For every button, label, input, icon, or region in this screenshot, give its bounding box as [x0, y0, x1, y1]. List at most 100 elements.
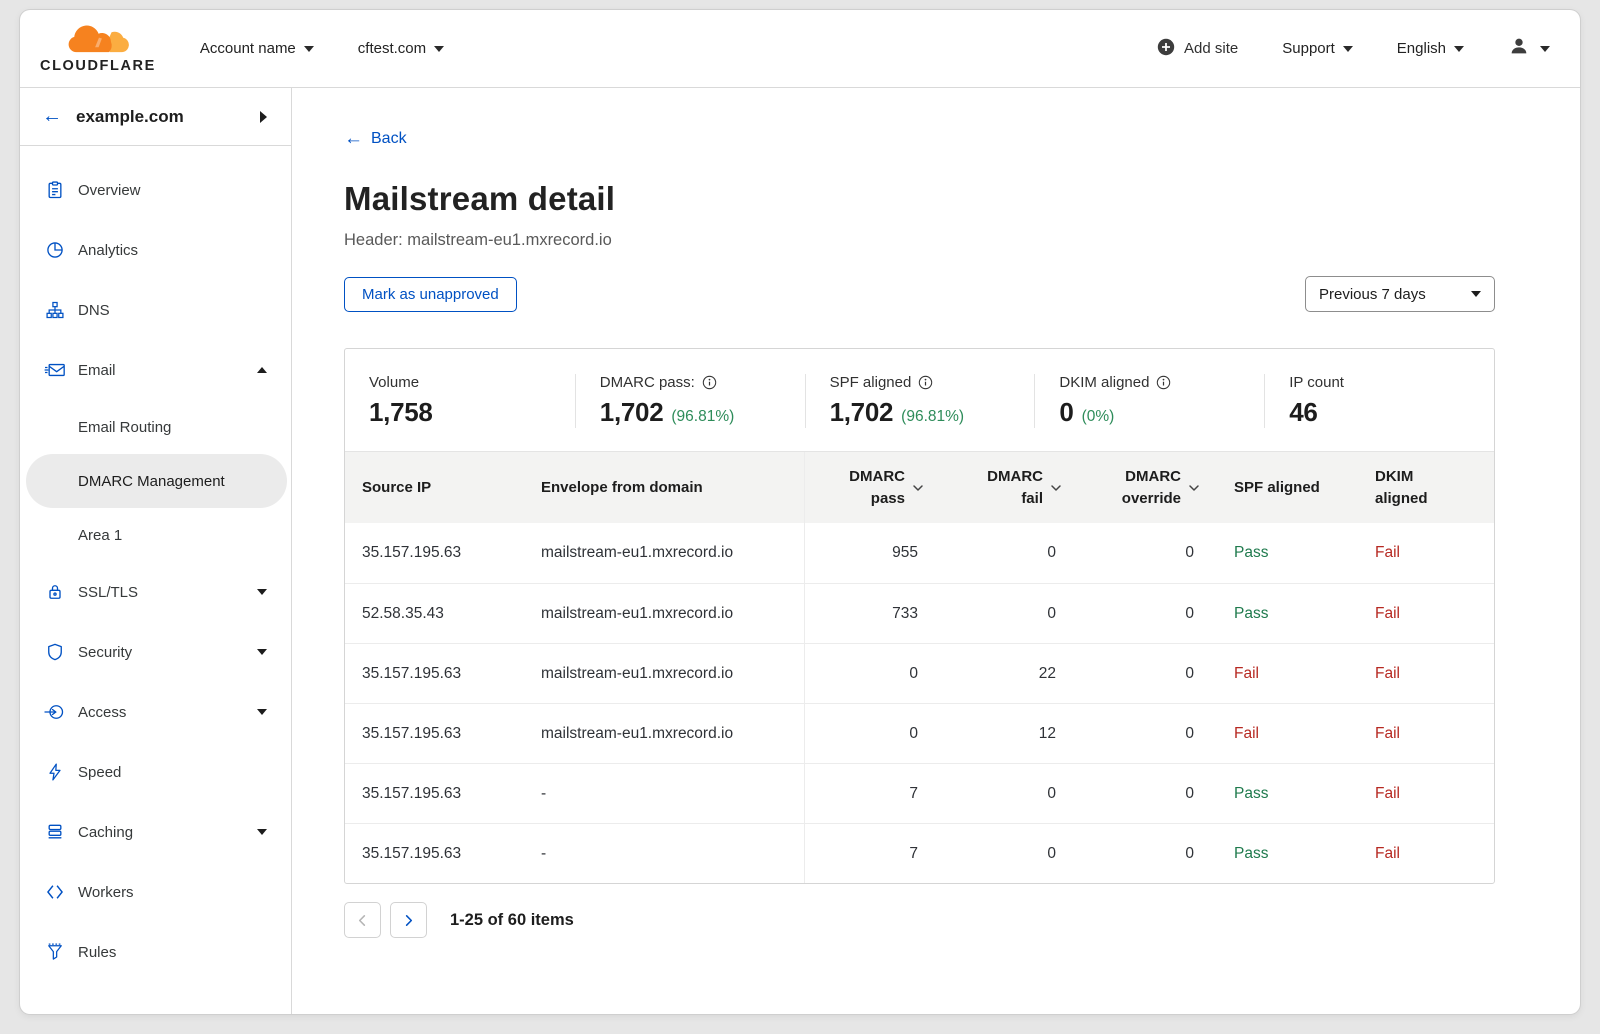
envelope-domain-cell: mailstream-eu1.mxrecord.io [525, 584, 805, 643]
sidebar-item-caching[interactable]: Caching [20, 802, 291, 862]
chevron-down-icon [434, 46, 444, 52]
mailstream-panel: Volume1,758DMARC pass:1,702(96.81%)SPF a… [344, 348, 1495, 884]
sort-chevron-icon [911, 481, 925, 495]
dkim-aligned-cell: Fail [1360, 523, 1494, 583]
chevron-down-icon [257, 709, 267, 715]
source-ip-cell: 35.157.195.63 [345, 644, 525, 703]
pagination-count: 1-25 of 60 items [450, 911, 574, 930]
sidebar-item-label: Email Routing [78, 419, 171, 436]
info-icon[interactable] [918, 375, 933, 390]
cloudflare-logo[interactable]: CLOUDFLARE [40, 24, 156, 74]
bolt-icon [44, 761, 66, 783]
envelope-domain-cell: mailstream-eu1.mxrecord.io [525, 644, 805, 703]
stat-card: DMARC pass:1,702(96.81%) [575, 374, 805, 428]
sidebar-item-label: Security [78, 644, 132, 661]
language-menu[interactable]: English [1397, 40, 1464, 57]
column-header-label: pass [849, 488, 905, 510]
back-arrow-icon[interactable]: ← [42, 105, 62, 128]
column-header-envelope-from-domain: Envelope from domain [525, 452, 805, 523]
info-icon[interactable] [702, 375, 717, 390]
stat-card: SPF aligned1,702(96.81%) [805, 374, 1035, 428]
table-row: 35.157.195.63mailstream-eu1.mxrecord.io9… [345, 523, 1494, 583]
sidebar-nav: Overview Analytics DNS Email Email Routing DM… [20, 146, 291, 982]
stat-card: IP count46 [1264, 374, 1494, 428]
sidebar-item-label: Workers [78, 884, 134, 901]
sidebar-item-label: Email [78, 362, 116, 379]
sidebar-item-ssl-tls[interactable]: SSL/TLS [20, 562, 291, 622]
sidebar-item-dmarc-management[interactable]: DMARC Management [26, 454, 287, 508]
dmarc-fail-cell: 0 [925, 584, 1063, 643]
sort-chevron-icon [1187, 481, 1201, 495]
spf-aligned-cell: Pass [1201, 764, 1360, 823]
table-body: 35.157.195.63mailstream-eu1.mxrecord.io9… [345, 523, 1494, 883]
sidebar-item-email[interactable]: Email [20, 340, 291, 400]
page-subtitle: Header: mailstream-eu1.mxrecord.io [344, 231, 1495, 250]
column-header-dmarc-override[interactable]: DMARCoverride [1063, 452, 1201, 523]
column-header-label: DMARC [987, 466, 1043, 488]
column-header-dmarc-fail[interactable]: DMARCfail [925, 452, 1063, 523]
dmarc-pass-cell: 0 [805, 644, 925, 703]
back-link-label: Back [371, 130, 407, 148]
funnel-icon [44, 941, 66, 963]
column-header-source-ip: Source IP [345, 452, 525, 523]
envelope-domain-cell: - [525, 764, 805, 823]
chevron-down-icon [257, 589, 267, 595]
sidebar-item-analytics[interactable]: Analytics [20, 220, 291, 280]
sidebar-item-label: Analytics [78, 242, 138, 259]
mark-unapproved-button[interactable]: Mark as unapproved [344, 277, 517, 312]
next-page-button[interactable] [390, 902, 427, 938]
column-header-dmarc-pass[interactable]: DMARCpass [805, 452, 925, 523]
sidebar-item-label: SSL/TLS [78, 584, 138, 601]
stat-value: 1,758 [369, 397, 433, 428]
support-menu[interactable]: Support [1282, 40, 1353, 57]
access-icon [44, 701, 66, 723]
user-menu[interactable] [1508, 35, 1550, 62]
sidebar-item-rules[interactable]: Rules [20, 922, 291, 982]
site-name: example.com [76, 107, 184, 127]
table-header: Source IPEnvelope from domainDMARCpassDM… [345, 451, 1494, 523]
previous-page-button[interactable] [344, 902, 381, 938]
dmarc-pass-cell: 7 [805, 764, 925, 823]
sidebar-item-overview[interactable]: Overview [20, 160, 291, 220]
sidebar-item-security[interactable]: Security [20, 622, 291, 682]
column-header-label: DMARC [849, 466, 905, 488]
sidebar-item-label: Access [78, 704, 126, 721]
sidebar-item-dns[interactable]: DNS [20, 280, 291, 340]
table-row: 52.58.35.43mailstream-eu1.mxrecord.io733… [345, 583, 1494, 643]
dmarc-fail-cell: 0 [925, 824, 1063, 883]
back-link[interactable]: ← Back [344, 128, 407, 150]
stat-label: DMARC pass: [600, 374, 695, 391]
date-range-select[interactable]: Previous 7 days [1305, 276, 1495, 312]
sidebar-item-workers[interactable]: Workers [20, 862, 291, 922]
chevron-down-icon [257, 829, 267, 835]
sidebar-item-label: Overview [78, 182, 141, 199]
site-menu-label: cftest.com [358, 40, 426, 57]
spf-aligned-cell: Pass [1201, 824, 1360, 883]
chevron-left-icon [356, 914, 369, 927]
sidebar-item-area-1[interactable]: Area 1 [20, 508, 291, 562]
table-row: 35.157.195.63-700PassFail [345, 823, 1494, 883]
dkim-aligned-cell: Fail [1360, 704, 1494, 763]
info-icon[interactable] [1156, 375, 1171, 390]
site-header[interactable]: ← example.com [20, 88, 291, 146]
workers-icon [44, 881, 66, 903]
sidebar-item-speed[interactable]: Speed [20, 742, 291, 802]
top-nav-right: Add site Support English [1157, 35, 1550, 62]
sidebar-item-email-routing[interactable]: Email Routing [20, 400, 291, 454]
chevron-right-icon[interactable] [260, 111, 267, 123]
chevron-up-icon [257, 367, 267, 373]
column-header-label: override [1122, 488, 1181, 510]
site-menu[interactable]: cftest.com [358, 40, 444, 57]
dmarc-override-cell: 0 [1063, 824, 1201, 883]
spf-aligned-cell: Fail [1201, 644, 1360, 703]
back-arrow-icon: ← [344, 128, 363, 150]
add-site-button[interactable]: Add site [1157, 38, 1238, 60]
column-header-label: fail [987, 488, 1043, 510]
envelope-domain-cell: - [525, 824, 805, 883]
dkim-aligned-cell: Fail [1360, 584, 1494, 643]
dmarc-override-cell: 0 [1063, 764, 1201, 823]
lock-icon [44, 581, 66, 603]
account-menu[interactable]: Account name [200, 40, 314, 57]
sidebar-item-access[interactable]: Access [20, 682, 291, 742]
shield-icon [44, 641, 66, 663]
